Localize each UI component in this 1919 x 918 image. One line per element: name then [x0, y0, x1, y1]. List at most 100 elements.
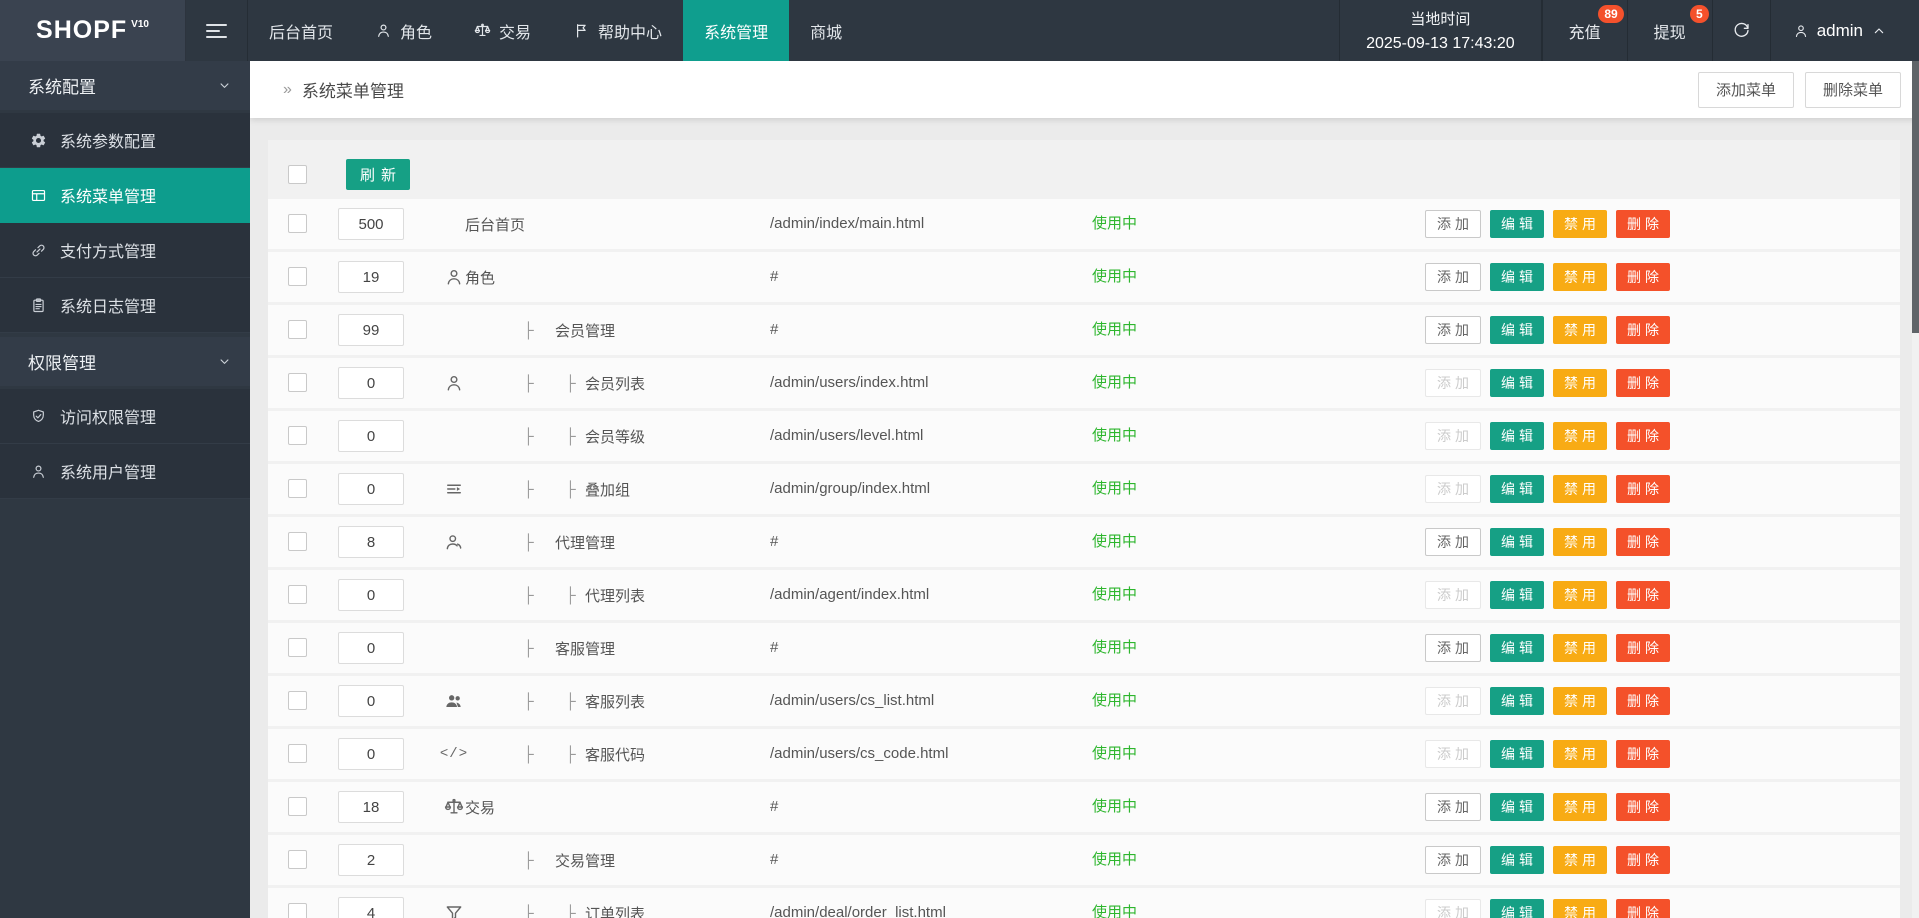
nav-item-trade[interactable]: 交易 — [453, 0, 552, 61]
nav-item-roles[interactable]: 角色 — [354, 0, 453, 61]
delete-button[interactable]: 删除 — [1616, 581, 1670, 609]
row-checkbox[interactable] — [288, 214, 307, 233]
add-button[interactable]: 添加 — [1425, 528, 1481, 556]
row-checkbox[interactable] — [288, 903, 307, 918]
sidebar-item-access-permission[interactable]: 访问权限管理 — [0, 389, 250, 444]
add-button[interactable]: 添加 — [1425, 634, 1481, 662]
add-button[interactable]: 添加 — [1425, 210, 1481, 238]
delete-button[interactable]: 删除 — [1616, 210, 1670, 238]
edit-button[interactable]: 编辑 — [1490, 210, 1544, 238]
disable-button[interactable]: 禁用 — [1553, 687, 1607, 715]
sort-order-input[interactable] — [338, 632, 404, 664]
sort-order-input[interactable] — [338, 261, 404, 293]
delete-menu-button[interactable]: 删除菜单 — [1804, 71, 1901, 108]
row-checkbox[interactable] — [288, 797, 307, 816]
nav-item-system-management[interactable]: 系统管理 — [683, 0, 790, 61]
disable-button[interactable]: 禁用 — [1553, 740, 1607, 768]
row-checkbox[interactable] — [288, 373, 307, 392]
row-checkbox[interactable] — [288, 638, 307, 657]
edit-button[interactable]: 编辑 — [1490, 263, 1544, 291]
row-checkbox[interactable] — [288, 585, 307, 604]
sort-order-input[interactable] — [338, 473, 404, 505]
recharge-button[interactable]: 充值 89 — [1541, 0, 1627, 61]
row-checkbox[interactable] — [288, 320, 307, 339]
disable-button[interactable]: 禁用 — [1553, 793, 1607, 821]
sidebar-toggle-button[interactable] — [186, 0, 248, 61]
sidebar-item-payment-methods[interactable]: 支付方式管理 — [0, 223, 250, 278]
delete-button[interactable]: 删除 — [1616, 899, 1670, 918]
edit-button[interactable]: 编辑 — [1490, 475, 1544, 503]
disable-button[interactable]: 禁用 — [1553, 899, 1607, 918]
sort-order-input[interactable] — [338, 420, 404, 452]
select-all-checkbox[interactable] — [288, 164, 307, 184]
disable-button[interactable]: 禁用 — [1553, 634, 1607, 662]
delete-button[interactable]: 删除 — [1616, 369, 1670, 397]
sidebar-group-header-permission[interactable]: 权限管理 — [0, 337, 250, 386]
sort-order-input[interactable] — [338, 738, 404, 770]
nav-item-home[interactable]: 后台首页 — [248, 0, 354, 61]
scrollbar-thumb[interactable] — [1912, 61, 1919, 333]
delete-button[interactable]: 删除 — [1616, 316, 1670, 344]
delete-button[interactable]: 删除 — [1616, 846, 1670, 874]
sidebar-item-system-logs[interactable]: 系统日志管理 — [0, 278, 250, 333]
add-button[interactable]: 添加 — [1425, 846, 1481, 874]
delete-button[interactable]: 删除 — [1616, 793, 1670, 821]
sidebar-group-header-system-config[interactable]: 系统配置 — [0, 61, 250, 110]
sidebar-item-system-menu[interactable]: 系统菜单管理 — [0, 168, 250, 223]
sort-order-input[interactable] — [338, 579, 404, 611]
nav-item-mall[interactable]: 商城 — [789, 0, 863, 61]
edit-button[interactable]: 编辑 — [1490, 581, 1544, 609]
edit-button[interactable]: 编辑 — [1490, 846, 1544, 874]
disable-button[interactable]: 禁用 — [1553, 422, 1607, 450]
edit-button[interactable]: 编辑 — [1490, 899, 1544, 918]
sort-order-input[interactable] — [338, 685, 404, 717]
row-checkbox[interactable] — [288, 532, 307, 551]
row-checkbox[interactable] — [288, 691, 307, 710]
disable-button[interactable]: 禁用 — [1553, 263, 1607, 291]
sort-order-input[interactable] — [338, 314, 404, 346]
edit-button[interactable]: 编辑 — [1490, 793, 1544, 821]
sort-order-input[interactable] — [338, 897, 404, 918]
disable-button[interactable]: 禁用 — [1553, 316, 1607, 344]
row-checkbox[interactable] — [288, 267, 307, 286]
row-checkbox[interactable] — [288, 479, 307, 498]
sort-order-input[interactable] — [338, 791, 404, 823]
delete-button[interactable]: 删除 — [1616, 634, 1670, 662]
refresh-table-button[interactable]: 刷新 — [346, 158, 411, 190]
nav-item-help-center[interactable]: 帮助中心 — [552, 0, 683, 61]
delete-button[interactable]: 删除 — [1616, 740, 1670, 768]
sort-order-input[interactable] — [338, 844, 404, 876]
add-menu-button[interactable]: 添加菜单 — [1697, 71, 1794, 108]
edit-button[interactable]: 编辑 — [1490, 528, 1544, 556]
add-button[interactable]: 添加 — [1425, 263, 1481, 291]
disable-button[interactable]: 禁用 — [1553, 846, 1607, 874]
edit-button[interactable]: 编辑 — [1490, 740, 1544, 768]
edit-button[interactable]: 编辑 — [1490, 369, 1544, 397]
delete-button[interactable]: 删除 — [1616, 528, 1670, 556]
delete-button[interactable]: 删除 — [1616, 263, 1670, 291]
disable-button[interactable]: 禁用 — [1553, 475, 1607, 503]
sidebar-item-system-users[interactable]: 系统用户管理 — [0, 444, 250, 499]
withdraw-button[interactable]: 提现 5 — [1626, 0, 1712, 61]
delete-button[interactable]: 删除 — [1616, 687, 1670, 715]
delete-button[interactable]: 删除 — [1616, 422, 1670, 450]
disable-button[interactable]: 禁用 — [1553, 210, 1607, 238]
sidebar-item-system-params[interactable]: 系统参数配置 — [0, 113, 250, 168]
disable-button[interactable]: 禁用 — [1553, 369, 1607, 397]
edit-button[interactable]: 编辑 — [1490, 687, 1544, 715]
disable-button[interactable]: 禁用 — [1553, 581, 1607, 609]
disable-button[interactable]: 禁用 — [1553, 528, 1607, 556]
add-button[interactable]: 添加 — [1425, 316, 1481, 344]
row-checkbox[interactable] — [288, 850, 307, 869]
row-checkbox[interactable] — [288, 744, 307, 763]
edit-button[interactable]: 编辑 — [1490, 422, 1544, 450]
add-button[interactable]: 添加 — [1425, 793, 1481, 821]
sort-order-input[interactable] — [338, 367, 404, 399]
refresh-page-button[interactable] — [1711, 0, 1770, 61]
edit-button[interactable]: 编辑 — [1490, 634, 1544, 662]
sort-order-input[interactable] — [338, 208, 404, 240]
sort-order-input[interactable] — [338, 526, 404, 558]
edit-button[interactable]: 编辑 — [1490, 316, 1544, 344]
user-menu[interactable]: admin — [1769, 0, 1919, 61]
row-checkbox[interactable] — [288, 426, 307, 445]
